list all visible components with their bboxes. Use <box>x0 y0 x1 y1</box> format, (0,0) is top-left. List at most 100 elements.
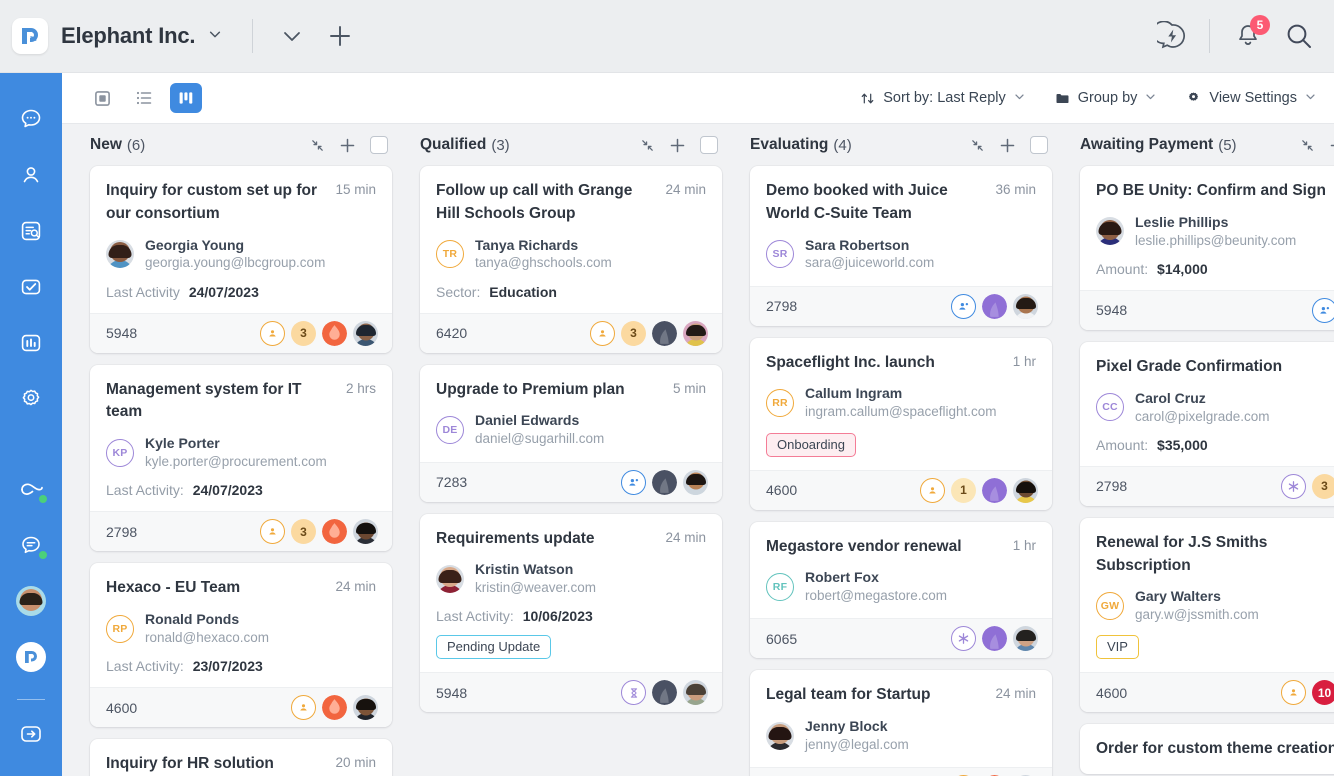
deal-card[interactable]: Order for custom theme creation 5 <box>1080 724 1334 775</box>
status-badge[interactable]: VIP <box>1096 635 1139 660</box>
assignee-avatar[interactable] <box>1013 293 1038 319</box>
add-card-icon[interactable] <box>1329 137 1334 154</box>
view-chevron-down-icon[interactable] <box>281 25 303 47</box>
contact-avatar-initials[interactable]: CC <box>1096 393 1124 422</box>
deal-card[interactable]: Pixel Grade Confirmation CC Carol Cruz c… <box>1080 341 1334 506</box>
priority-flame-icon[interactable] <box>322 320 347 346</box>
star-status-icon[interactable] <box>951 626 976 652</box>
team-avatar[interactable] <box>652 469 677 495</box>
lightning-chat-icon[interactable] <box>1157 21 1187 51</box>
person-status-icon[interactable] <box>260 320 285 346</box>
view-card-button[interactable] <box>86 83 118 113</box>
sort-by-dropdown[interactable]: Sort by: Last Reply <box>860 90 1025 106</box>
logout-icon[interactable] <box>11 714 51 754</box>
view-list-button[interactable] <box>128 83 160 113</box>
status-badge[interactable]: Pending Update <box>436 635 552 660</box>
priority-flame-icon[interactable] <box>322 519 347 545</box>
contact-avatar[interactable] <box>436 564 464 593</box>
group-status-icon[interactable] <box>951 293 976 319</box>
deal-card[interactable]: Hexaco - EU Team 24 min RP Ronald Ponds … <box>90 563 392 728</box>
person-status-icon[interactable] <box>291 695 316 721</box>
contact-avatar-initials[interactable]: KP <box>106 438 134 467</box>
deal-card[interactable]: Renewal for J.S Smiths Subscription 1 GW… <box>1080 517 1334 713</box>
person-status-icon[interactable] <box>590 320 615 346</box>
add-tab-icon[interactable] <box>327 23 353 49</box>
deal-card[interactable]: Legal team for Startup 24 min Jenny Bloc… <box>750 670 1052 776</box>
assignee-avatar[interactable] <box>1013 626 1038 652</box>
column-select-checkbox[interactable] <box>1030 136 1048 154</box>
team-avatar[interactable] <box>652 680 677 706</box>
bell-icon[interactable]: 5 <box>1234 15 1270 50</box>
person-status-icon[interactable] <box>1281 680 1306 706</box>
star-status-icon[interactable] <box>1281 473 1306 499</box>
count-badge[interactable]: 3 <box>291 519 316 545</box>
chevron-down-icon[interactable] <box>208 27 222 46</box>
assignee-avatar[interactable] <box>683 320 708 346</box>
person-status-icon[interactable] <box>920 477 945 503</box>
view-settings-dropdown[interactable]: View Settings <box>1186 90 1316 106</box>
collapse-column-icon[interactable] <box>640 138 655 153</box>
column-select-checkbox[interactable] <box>700 136 718 154</box>
deal-card[interactable]: Megastore vendor renewal 1 hr RF Robert … <box>750 521 1052 659</box>
count-badge[interactable]: 3 <box>1312 473 1334 499</box>
collapse-column-icon[interactable] <box>970 138 985 153</box>
person-status-icon[interactable] <box>260 519 285 545</box>
hourglass-status-icon[interactable] <box>621 680 646 706</box>
count-badge[interactable]: 1 <box>951 477 976 503</box>
assignee-avatar[interactable] <box>1013 477 1038 503</box>
team-avatar[interactable] <box>982 626 1007 652</box>
contact-avatar-initials[interactable]: SR <box>766 240 794 269</box>
team-avatar[interactable] <box>982 293 1007 319</box>
group-status-icon[interactable] <box>621 469 646 495</box>
assignee-avatar[interactable] <box>353 695 378 721</box>
contact-avatar[interactable] <box>1096 217 1124 246</box>
group-status-icon[interactable] <box>1312 297 1334 323</box>
contact-avatar-initials[interactable]: DE <box>436 416 464 444</box>
assignee-avatar[interactable] <box>683 680 708 706</box>
contact-avatar[interactable] <box>766 721 794 750</box>
deal-card[interactable]: PO BE Unity: Confirm and Sign 1 Leslie P… <box>1080 166 1334 330</box>
priority-flame-icon[interactable] <box>322 695 347 721</box>
column-select-checkbox[interactable] <box>370 136 388 154</box>
sidebar-item-tasks[interactable] <box>11 267 51 307</box>
add-card-icon[interactable] <box>339 137 356 154</box>
team-avatar[interactable] <box>982 477 1007 503</box>
contact-avatar-initials[interactable]: RR <box>766 389 794 417</box>
contact-avatar[interactable] <box>106 240 134 269</box>
group-by-dropdown[interactable]: Group by <box>1055 90 1157 106</box>
add-card-icon[interactable] <box>669 137 686 154</box>
sidebar-item-reports[interactable] <box>11 323 51 363</box>
assignee-avatar[interactable] <box>683 469 708 495</box>
deal-card[interactable]: Inquiry for custom set up for our consor… <box>90 166 392 353</box>
add-card-icon[interactable] <box>999 137 1016 154</box>
status-badge[interactable]: Onboarding <box>766 432 856 457</box>
collapse-column-icon[interactable] <box>1300 138 1315 153</box>
assignee-avatar[interactable] <box>353 519 378 545</box>
team-avatar[interactable] <box>652 320 677 346</box>
deal-card[interactable]: Demo booked with Juice World C-Suite Tea… <box>750 166 1052 326</box>
brand-selector[interactable]: Elephant Inc. <box>12 18 222 54</box>
sidebar-item-contacts[interactable] <box>11 155 51 195</box>
view-board-button[interactable] <box>170 83 202 113</box>
deal-card[interactable]: Requirements update 24 min Kristin Watso… <box>420 513 722 713</box>
contact-avatar-initials[interactable]: RF <box>766 572 794 601</box>
sidebar-item-document-search[interactable] <box>11 211 51 251</box>
search-icon[interactable] <box>1284 21 1314 51</box>
count-badge[interactable]: 10 <box>1312 680 1334 706</box>
count-badge[interactable]: 3 <box>621 320 646 346</box>
assignee-avatar[interactable] <box>353 320 378 346</box>
deal-card[interactable]: Inquiry for HR solution 20 min EP Eleano… <box>90 739 392 776</box>
deal-card[interactable]: Spaceflight Inc. launch 1 hr RR Callum I… <box>750 337 1052 510</box>
user-avatar[interactable] <box>11 581 51 621</box>
contact-avatar-initials[interactable]: RP <box>106 614 134 643</box>
contact-avatar-initials[interactable]: TR <box>436 240 464 269</box>
sidebar-item-calls[interactable] <box>11 469 51 509</box>
sidebar-item-settings[interactable] <box>11 379 51 419</box>
sidebar-item-messages[interactable] <box>11 525 51 565</box>
sidebar-item-chat[interactable] <box>11 99 51 139</box>
collapse-column-icon[interactable] <box>310 138 325 153</box>
deal-card[interactable]: Upgrade to Premium plan 5 min DE Daniel … <box>420 364 722 502</box>
deal-card[interactable]: Follow up call with Grange Hill Schools … <box>420 166 722 353</box>
deal-card[interactable]: Management system for IT team 2 hrs KP K… <box>90 364 392 552</box>
contact-avatar-initials[interactable]: GW <box>1096 591 1124 620</box>
